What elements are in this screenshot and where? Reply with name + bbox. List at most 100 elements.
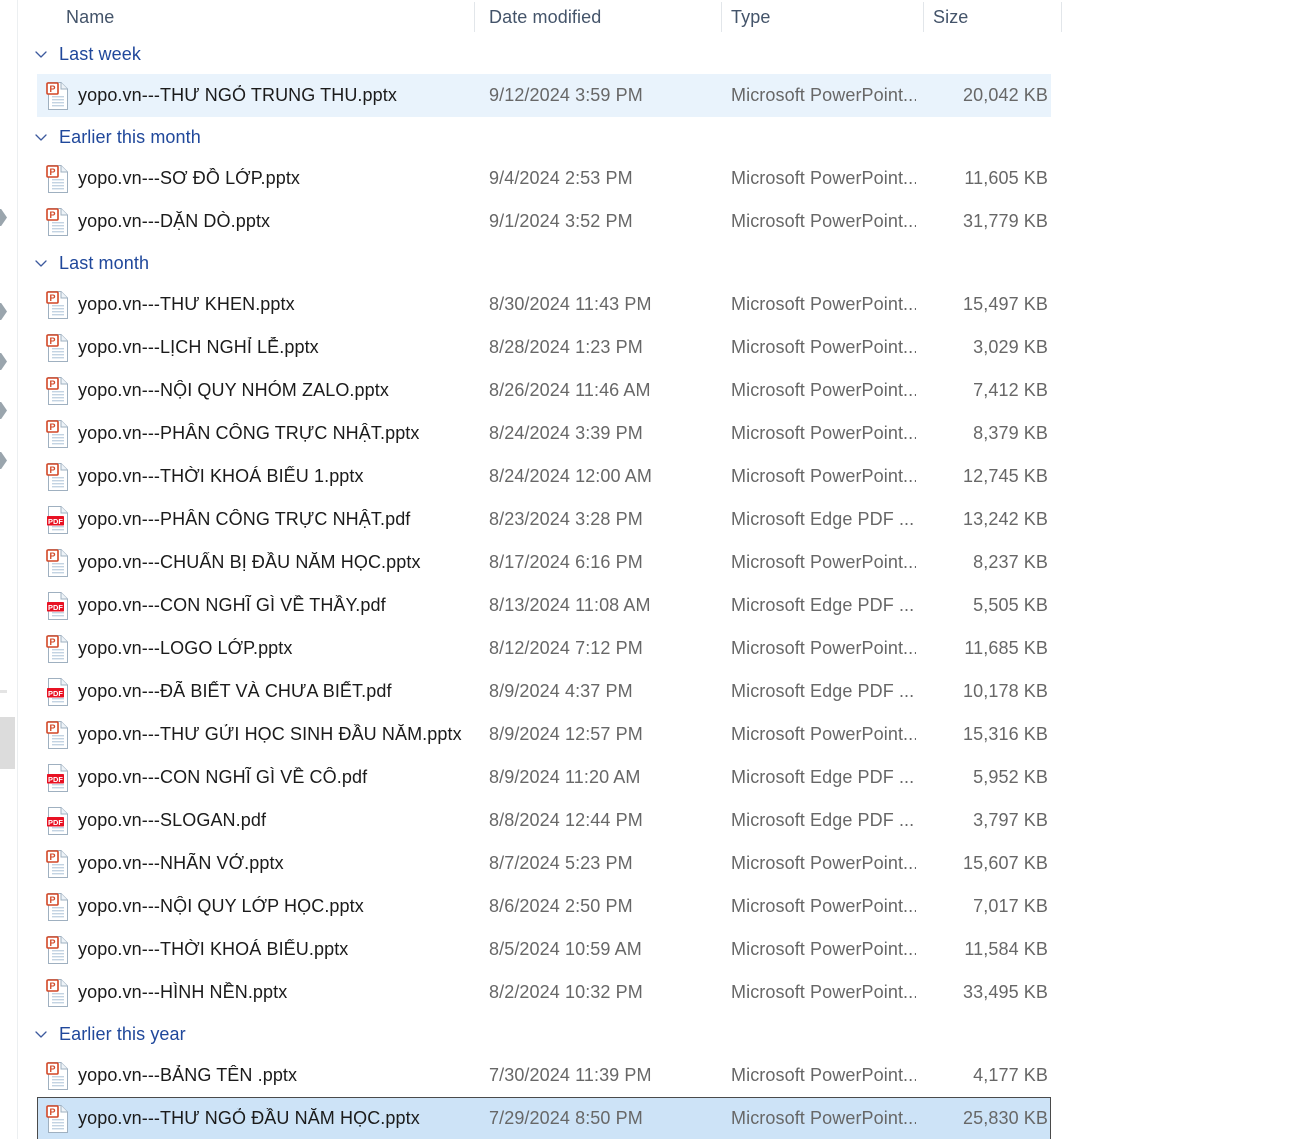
- file-row[interactable]: PDF yopo.vn---ĐÃ BIẾT VÀ CHƯA BIẾT.pdf 8/9…: [0, 670, 1315, 713]
- file-size-cell: 8,379 KB: [973, 423, 1048, 443]
- file-type-cell: Microsoft PowerPoint...: [731, 724, 916, 744]
- file-row[interactable]: Pyopo.vn---THƯ NGỎ TRUNG THU.pptx 9/12/20…: [0, 74, 1315, 117]
- column-separator[interactable]: [721, 2, 722, 32]
- date-modified-cell: 9/1/2024 3:52 PM: [489, 211, 633, 231]
- file-name-cell: yopo.vn---BẢNG TÊN .pptx: [78, 1065, 298, 1085]
- file-row[interactable]: PDF yopo.vn---CON NGHĨ GÌ VỀ THẦY.pdf 8/13…: [0, 584, 1315, 627]
- file-row[interactable]: Pyopo.vn---PHÂN CÔNG TRỰC NHẬT.pptx 8/24/…: [0, 412, 1315, 455]
- file-name-cell: yopo.vn---SLOGAN.pdf: [78, 810, 267, 830]
- file-row[interactable]: Pyopo.vn---THỜI KHOÁ BIỂU 1.pptx 8/24/202…: [0, 455, 1315, 498]
- file-size-cell: 11,685 KB: [964, 638, 1048, 658]
- group-header-label: Earlier this year: [59, 1023, 186, 1044]
- file-type-cell: Microsoft PowerPoint...: [731, 939, 916, 959]
- file-row[interactable]: Pyopo.vn---THƯ NGỎ ĐẦU NĂM HỌC.pptx 7/29/…: [0, 1097, 1315, 1139]
- file-type-cell: Microsoft PowerPoint...: [731, 168, 916, 188]
- file-size-cell: 11,584 KB: [964, 939, 1048, 959]
- date-modified-cell: 8/2/2024 10:32 PM: [489, 982, 643, 1002]
- group-header[interactable]: Earlier this month: [0, 117, 1315, 157]
- svg-text:PDF: PDF: [48, 517, 63, 526]
- date-modified-cell: 8/9/2024 11:20 AM: [489, 767, 641, 787]
- column-separator[interactable]: [923, 2, 924, 32]
- svg-text:P: P: [49, 1107, 55, 1117]
- group-header[interactable]: Last week: [0, 34, 1315, 74]
- column-header-type[interactable]: Type: [731, 0, 770, 34]
- file-row[interactable]: Pyopo.vn---HÌNH NỀN.pptx 8/2/2024 10:32 P…: [0, 971, 1315, 1014]
- file-name-cell: yopo.vn---PHÂN CÔNG TRỰC NHẬT.pdf: [78, 509, 411, 529]
- file-type-cell: Microsoft PowerPoint...: [731, 982, 916, 1002]
- chevron-down-icon[interactable]: [33, 46, 50, 63]
- chevron-down-icon[interactable]: [33, 1026, 50, 1043]
- file-row[interactable]: Pyopo.vn---SƠ ĐỒ LỚP.pptx 9/4/2024 2:53 P…: [0, 157, 1315, 200]
- file-type-cell: Microsoft PowerPoint...: [731, 294, 916, 314]
- date-modified-cell: 8/24/2024 3:39 PM: [489, 423, 643, 443]
- file-name-cell: yopo.vn---THƯ NGỎ TRUNG THU.pptx: [78, 85, 397, 105]
- svg-text:P: P: [49, 981, 55, 991]
- column-separator[interactable]: [474, 2, 475, 32]
- pdf-file-icon: PDF: [46, 677, 72, 707]
- file-name-cell: yopo.vn---PHÂN CÔNG TRỰC NHẬT.pptx: [78, 423, 420, 443]
- file-row[interactable]: Pyopo.vn---NHÃN VỞ.pptx 8/7/2024 5:23 PM M…: [0, 842, 1315, 885]
- svg-text:P: P: [49, 723, 55, 733]
- file-size-cell: 33,495 KB: [963, 982, 1048, 1002]
- file-type-cell: Microsoft PowerPoint...: [731, 638, 916, 658]
- date-modified-cell: 8/17/2024 6:16 PM: [489, 552, 643, 572]
- chevron-down-icon[interactable]: [33, 255, 50, 272]
- date-modified-cell: 9/4/2024 2:53 PM: [489, 168, 633, 188]
- file-row[interactable]: Pyopo.vn---LỊCH NGHỈ LỄ.pptx 8/28/2024 1:…: [0, 326, 1315, 369]
- group-header-label: Earlier this month: [59, 126, 201, 147]
- file-size-cell: 20,042 KB: [963, 85, 1048, 105]
- svg-text:P: P: [49, 895, 55, 905]
- powerpoint-file-icon: P: [46, 81, 72, 111]
- file-name-cell: yopo.vn---LỊCH NGHỈ LỄ.pptx: [78, 337, 319, 357]
- powerpoint-file-icon: P: [46, 935, 72, 965]
- file-size-cell: 15,316 KB: [963, 724, 1048, 744]
- powerpoint-file-icon: P: [46, 290, 72, 320]
- column-header-name[interactable]: Name: [66, 0, 114, 34]
- file-size-cell: 15,607 KB: [963, 853, 1048, 873]
- file-size-cell: 5,505 KB: [973, 595, 1048, 615]
- svg-text:PDF: PDF: [48, 775, 63, 784]
- file-type-cell: Microsoft PowerPoint...: [731, 211, 916, 231]
- svg-text:P: P: [49, 422, 55, 432]
- file-row[interactable]: Pyopo.vn---NỘI QUY NHÓM ZALO.pptx 8/26/20…: [0, 369, 1315, 412]
- file-explorer-details-view: Name Date modified Type Size Last week Py…: [0, 0, 1315, 1139]
- date-modified-cell: 8/26/2024 11:46 AM: [489, 380, 651, 400]
- date-modified-cell: 8/8/2024 12:44 PM: [489, 810, 643, 830]
- file-size-cell: 7,412 KB: [973, 380, 1048, 400]
- file-name-cell: yopo.vn---CON NGHĨ GÌ VỀ CÔ.pdf: [78, 767, 368, 787]
- group-header[interactable]: Last month: [0, 243, 1315, 283]
- svg-text:P: P: [49, 379, 55, 389]
- column-header-date-modified[interactable]: Date modified: [489, 0, 601, 34]
- file-row[interactable]: PDF yopo.vn---PHÂN CÔNG TRỰC NHẬT.pdf 8/23…: [0, 498, 1315, 541]
- file-row[interactable]: Pyopo.vn---DẶN DÒ.pptx 9/1/2024 3:52 PM Mi…: [0, 200, 1315, 243]
- powerpoint-file-icon: P: [46, 634, 72, 664]
- file-name-cell: yopo.vn---SƠ ĐỒ LỚP.pptx: [78, 168, 301, 188]
- file-type-cell: Microsoft PowerPoint...: [731, 1065, 916, 1085]
- file-name-cell: yopo.vn---NHÃN VỞ.pptx: [78, 853, 284, 873]
- column-header-size[interactable]: Size: [933, 0, 968, 34]
- file-row[interactable]: Pyopo.vn---BẢNG TÊN .pptx 7/30/2024 11:39…: [0, 1054, 1315, 1097]
- svg-text:P: P: [49, 293, 55, 303]
- column-separator[interactable]: [1061, 2, 1062, 32]
- file-row[interactable]: Pyopo.vn---NỘI QUY LỚP HỌC.pptx 8/6/2024 …: [0, 885, 1315, 928]
- file-type-cell: Microsoft PowerPoint...: [731, 896, 916, 916]
- file-row[interactable]: Pyopo.vn---THƯ KHEN.pptx 8/30/2024 11:43 …: [0, 283, 1315, 326]
- file-row[interactable]: Pyopo.vn---THƯ GỬI HỌC SINH ĐẦU NĂM.pptx…: [0, 713, 1315, 756]
- file-size-cell: 7,017 KB: [973, 896, 1048, 916]
- file-row[interactable]: PDF yopo.vn---SLOGAN.pdf 8/8/2024 12:44 PM…: [0, 799, 1315, 842]
- svg-text:P: P: [49, 336, 55, 346]
- file-size-cell: 10,178 KB: [963, 681, 1048, 701]
- file-size-cell: 13,242 KB: [963, 509, 1048, 529]
- group-header[interactable]: Earlier this year: [0, 1014, 1315, 1054]
- svg-text:PDF: PDF: [48, 689, 63, 698]
- file-row[interactable]: Pyopo.vn---LOGO LỚP.pptx 8/12/2024 7:12 P…: [0, 627, 1315, 670]
- file-type-cell: Microsoft Edge PDF ...: [731, 509, 915, 529]
- date-modified-cell: 7/29/2024 8:50 PM: [489, 1108, 643, 1128]
- file-row[interactable]: Pyopo.vn---CHUẨN BỊ ĐẦU NĂM HỌC.pptx 8/17…: [0, 541, 1315, 584]
- group-header-label: Last month: [59, 252, 150, 273]
- file-row[interactable]: Pyopo.vn---THỜI KHOÁ BIỂU.pptx 8/5/2024 1…: [0, 928, 1315, 971]
- file-row[interactable]: PDF yopo.vn---CON NGHĨ GÌ VỀ CÔ.pdf 8/9/20…: [0, 756, 1315, 799]
- chevron-down-icon[interactable]: [33, 129, 50, 146]
- file-type-cell: Microsoft PowerPoint...: [731, 337, 916, 357]
- svg-text:PDF: PDF: [48, 818, 63, 827]
